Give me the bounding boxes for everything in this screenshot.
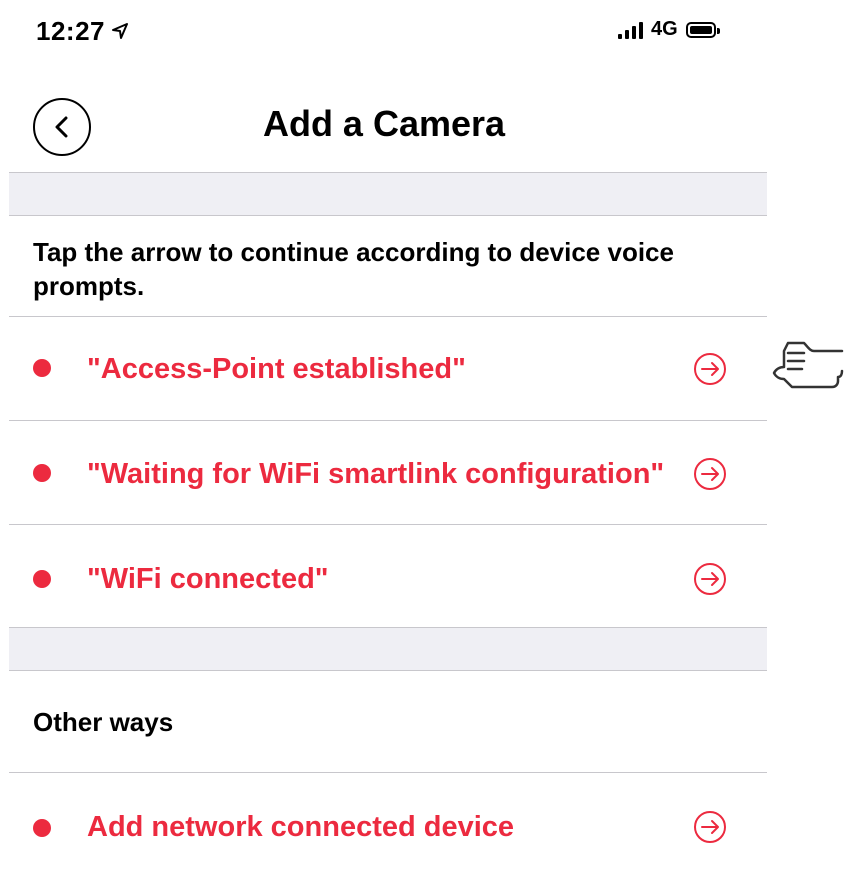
status-dot xyxy=(33,570,51,588)
pointing-hand-icon xyxy=(772,341,844,389)
arrow-right-circle-icon[interactable] xyxy=(693,810,727,844)
option-label: Add network connected device xyxy=(87,811,515,843)
status-dot xyxy=(33,464,51,482)
status-time: 12:27 xyxy=(36,16,129,47)
prompt-label: "Access-Point established" xyxy=(87,353,466,385)
arrow-right-circle-icon[interactable] xyxy=(693,352,727,386)
prompt-row-access-point[interactable]: "Access-Point established" xyxy=(9,317,767,417)
status-dot xyxy=(33,359,51,377)
section-spacer xyxy=(9,172,767,216)
network-type: 4G xyxy=(651,18,678,40)
prompt-row-wifi-connected[interactable]: "WiFi connected" xyxy=(9,525,767,625)
signal-icon xyxy=(618,21,643,39)
section-heading-other-ways: Other ways xyxy=(33,707,174,737)
prompt-label: "Waiting for WiFi smartlink configuratio… xyxy=(87,458,665,490)
status-dot xyxy=(33,819,51,837)
status-time-text: 12:27 xyxy=(36,16,105,46)
section-spacer xyxy=(9,627,767,671)
prompt-label: "WiFi connected" xyxy=(87,563,329,595)
status-indicators: 4G xyxy=(618,18,720,41)
battery-icon xyxy=(685,21,720,38)
location-arrow-icon xyxy=(111,16,129,47)
instructions-text: Tap the arrow to continue according to d… xyxy=(33,237,674,301)
page-title: Add a Camera xyxy=(262,103,506,144)
add-network-device-row[interactable]: Add network connected device xyxy=(9,773,767,873)
prompt-row-waiting-smartlink[interactable]: "Waiting for WiFi smartlink configuratio… xyxy=(9,421,767,521)
arrow-right-circle-icon[interactable] xyxy=(693,457,727,491)
arrow-right-circle-icon[interactable] xyxy=(693,562,727,596)
